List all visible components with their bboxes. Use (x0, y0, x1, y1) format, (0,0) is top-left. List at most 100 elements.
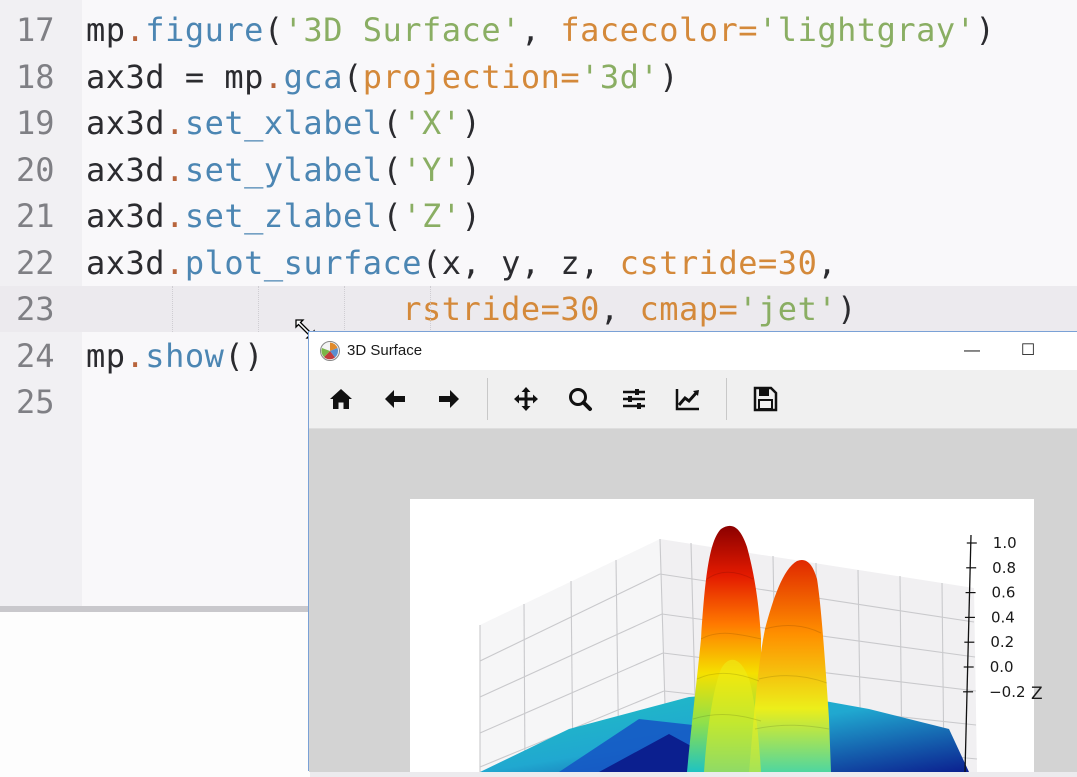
code-text: ax3d.set_ylabel('Y') (86, 147, 481, 193)
z-tick-label: 0.4 (991, 608, 1015, 626)
code-token: 30 (777, 243, 818, 282)
home-button[interactable] (323, 381, 359, 417)
surface-plot[interactable]: 1.0 0.8 0.6 0.4 0.2 0.0 −0.2 Z (309, 429, 1077, 772)
chart-line-icon (675, 389, 699, 411)
code-token: '3d' (580, 57, 660, 96)
code-token: = (560, 57, 581, 96)
code-token: ) (461, 104, 482, 142)
code-text: ax3d.set_zlabel('Z') (86, 193, 481, 239)
output-panel[interactable] (0, 606, 310, 777)
code-text: ax3d.set_xlabel('X') (86, 100, 481, 146)
code-token: ax3d (86, 150, 166, 189)
code-token: , (817, 243, 838, 282)
code-token: ax3d (86, 197, 166, 235)
code-token: ( (263, 11, 284, 49)
zoom-button[interactable] (562, 381, 598, 417)
figure-window[interactable]: 3D Surface — ☐ 1.0 0.8 0.6 0.4 0.2 0.0 −… (308, 331, 1077, 772)
zoom-icon (569, 388, 592, 411)
line-number: 18 (16, 57, 55, 96)
line-number: 25 (16, 383, 55, 421)
code-token: facecolor (560, 11, 739, 49)
code-token: ( (382, 197, 403, 235)
code-token: 'X' (402, 104, 462, 142)
code-token: 'Y' (402, 150, 462, 189)
line-number: 24 (16, 336, 55, 375)
code-line[interactable]: 20 ax3d.set_ylabel('Y') (0, 147, 1077, 193)
code-line[interactable]: 17 mp.figure('3D Surface', facecolor='lig… (0, 7, 1077, 53)
code-text: mp.show() (86, 333, 264, 379)
line-number: 20 (16, 150, 55, 189)
code-token: ) (975, 11, 996, 49)
maximize-button[interactable]: ☐ (1005, 332, 1051, 370)
code-token: = (758, 243, 778, 282)
code-token: ) (461, 197, 482, 235)
code-token: 'lightgray' (758, 11, 976, 49)
code-line[interactable]: 19 ax3d.set_xlabel('X') (0, 100, 1077, 146)
code-token: ( (342, 57, 363, 96)
code-line[interactable]: 18 ax3d = mp.gca(projection='3d') (0, 54, 1077, 100)
pan-button[interactable] (508, 381, 544, 417)
code-token: () (224, 336, 264, 375)
code-token: mp (86, 336, 126, 375)
indent-guide (344, 286, 346, 332)
z-tick-label: 0.2 (990, 633, 1014, 651)
code-text: mp.figure('3D Surface', facecolor='light… (86, 7, 995, 53)
code-token: ) (837, 290, 857, 328)
z-tick-label: −0.2 (989, 683, 1025, 701)
back-button[interactable] (377, 381, 413, 417)
code-token: = (718, 290, 739, 328)
code-token: ) (461, 150, 482, 189)
line-number: 17 (16, 11, 55, 49)
navigation-toolbar (309, 370, 1077, 429)
code-token: x, y, z, (441, 243, 620, 282)
code-token: set_ylabel (184, 150, 383, 189)
code-line[interactable]: 22 ax3d.plot_surface(x, y, z, cstride=30, (0, 240, 1077, 286)
code-token: cstride (619, 243, 759, 282)
code-token: ( (422, 243, 442, 282)
code-token: ( (382, 104, 403, 142)
code-token: ( (382, 150, 403, 189)
code-token: = (738, 11, 759, 49)
code-line[interactable]: 23 rstride=30, cmap='jet') (0, 286, 1077, 332)
code-token: projection (362, 57, 561, 96)
line-number: 21 (16, 197, 55, 235)
code-text: rstride=30, cmap='jet') (86, 286, 857, 332)
code-token: gca (283, 57, 343, 96)
code-token: . (165, 104, 185, 142)
code-token: = (184, 57, 225, 96)
line-number: 19 (16, 104, 55, 142)
code-text: ax3d.plot_surface(x, y, z, cstride=30, (86, 240, 837, 286)
code-token: figure (145, 11, 264, 49)
edit-axis-button[interactable] (670, 381, 706, 417)
code-token: . (165, 243, 185, 282)
code-token: . (125, 11, 146, 49)
toolbar-separator (726, 378, 727, 420)
code-token: . (125, 336, 146, 375)
save-button[interactable] (747, 381, 783, 417)
code-token: rstride (402, 290, 541, 328)
z-tick-label: 0.6 (992, 584, 1016, 602)
forward-button[interactable] (431, 381, 467, 417)
toolbar-separator (487, 378, 488, 420)
indent-guide (258, 286, 260, 332)
code-token: mp (224, 57, 264, 96)
line-number: 23 (16, 290, 55, 328)
code-token: ax3d (86, 57, 185, 96)
minimize-button[interactable]: — (949, 332, 995, 370)
code-token: ax3d (86, 243, 166, 282)
indent-guide (172, 286, 174, 332)
code-token: . (165, 150, 185, 189)
figure-canvas[interactable]: 1.0 0.8 0.6 0.4 0.2 0.0 −0.2 Z (309, 429, 1077, 772)
window-titlebar[interactable]: 3D Surface — ☐ (309, 332, 1077, 370)
code-text: ax3d = mp.gca(projection='3d') (86, 54, 679, 100)
home-icon (330, 389, 352, 409)
code-line[interactable]: 21 ax3d.set_zlabel('Z') (0, 193, 1077, 239)
configure-subplots-button[interactable] (616, 381, 652, 417)
code-token: '3D Surface' (283, 11, 521, 49)
code-token: , (599, 290, 640, 328)
code-token: , (520, 11, 561, 49)
code-token: set_zlabel (184, 197, 383, 235)
arrow-right-icon (439, 390, 459, 408)
sliders-icon (623, 389, 645, 409)
z-tick-label: 0.0 (990, 658, 1014, 676)
